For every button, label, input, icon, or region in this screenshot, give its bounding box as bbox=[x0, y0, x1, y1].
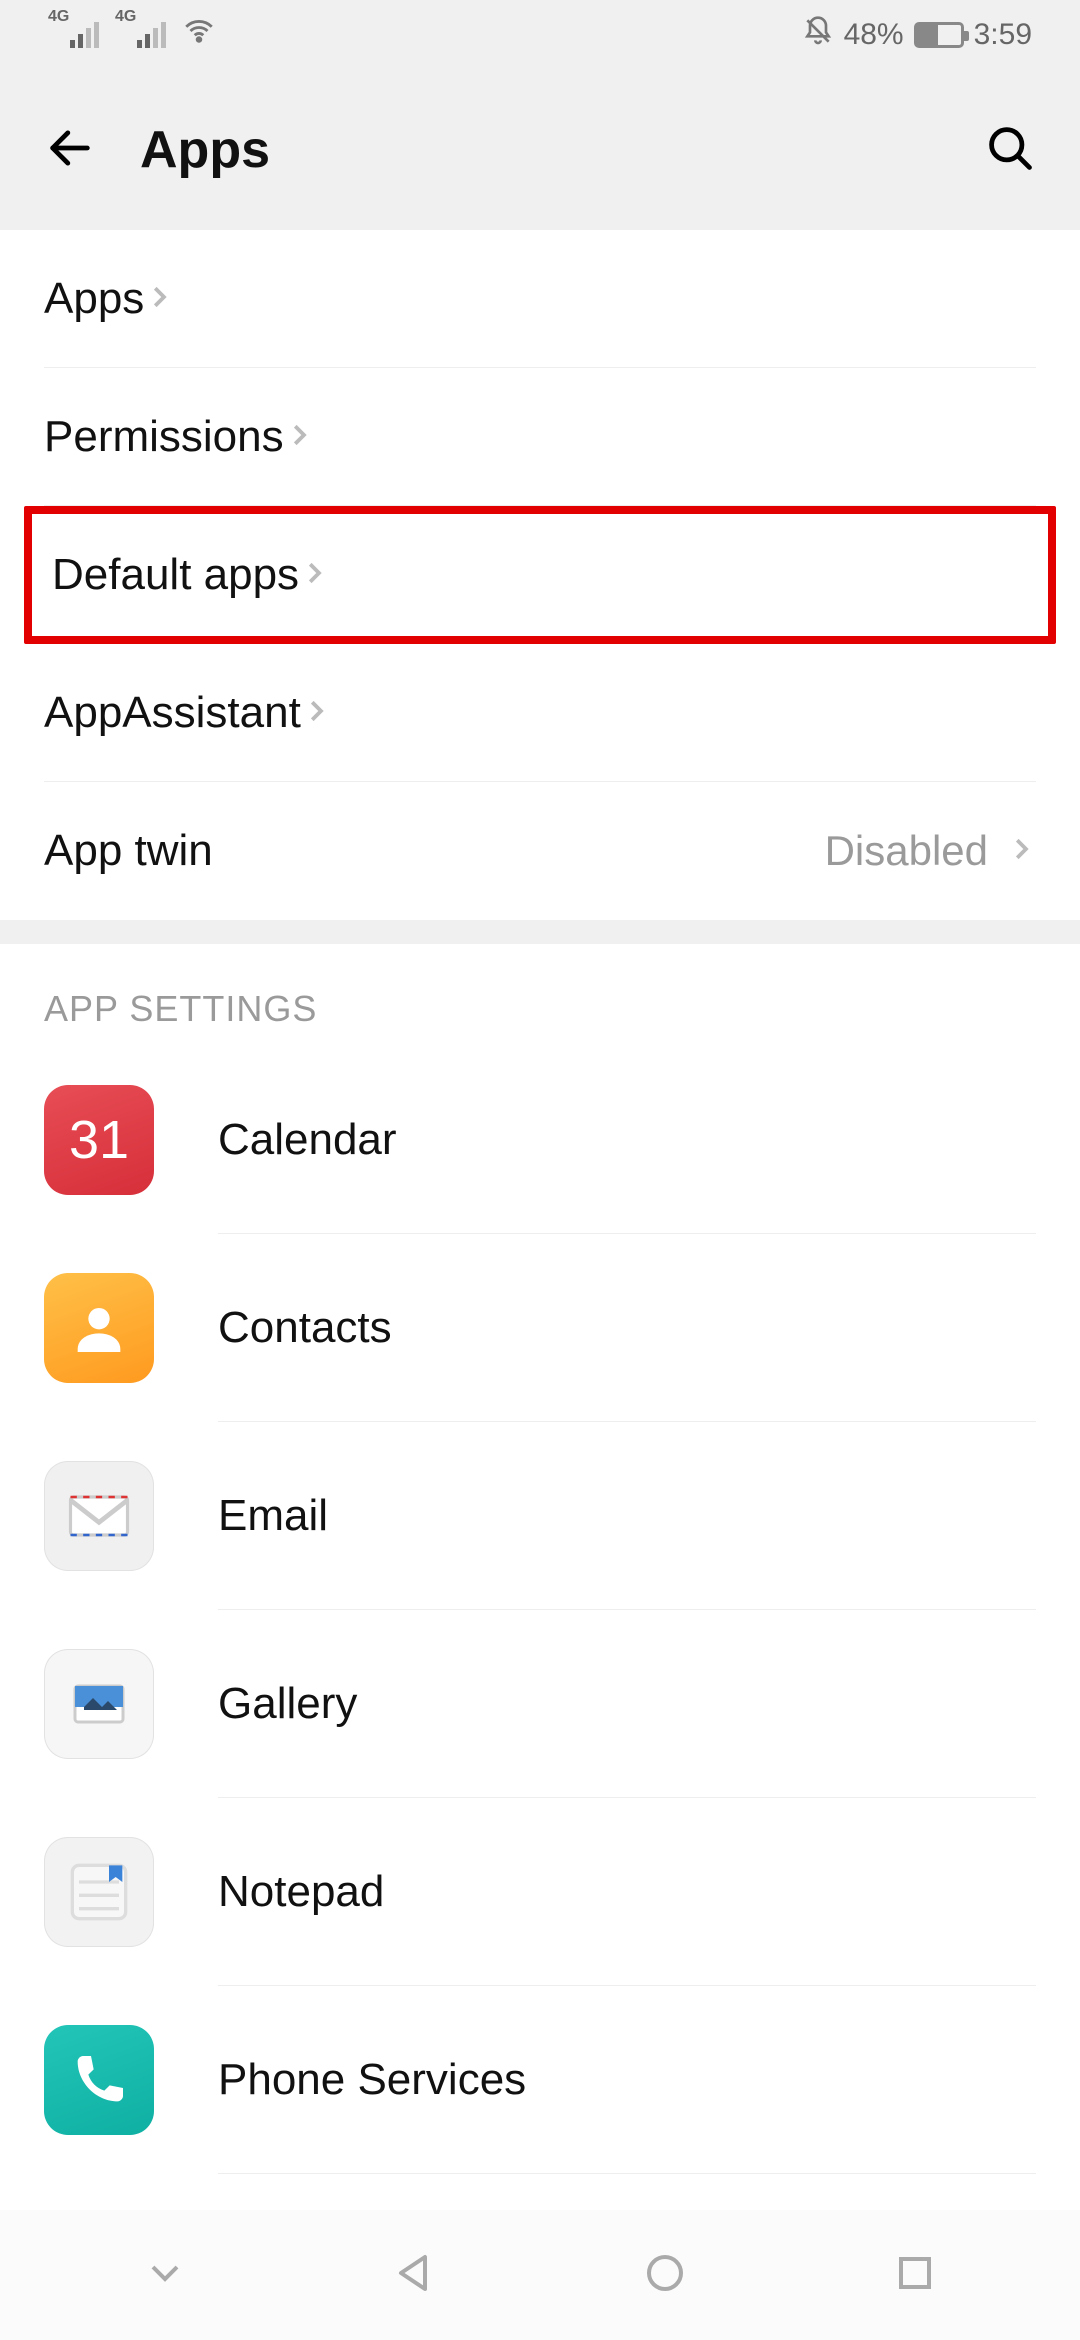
gallery-icon bbox=[44, 1649, 154, 1759]
app-row-email[interactable]: Email bbox=[0, 1422, 1080, 1610]
chevron-right-icon bbox=[284, 420, 314, 455]
section-title: APP SETTINGS bbox=[0, 944, 1080, 1046]
search-button[interactable] bbox=[984, 122, 1036, 179]
chevron-right-icon bbox=[1006, 834, 1036, 869]
clock-text: 3:59 bbox=[974, 18, 1032, 52]
row-appassistant[interactable]: AppAssistant bbox=[0, 644, 1080, 782]
row-label: Permissions bbox=[44, 412, 284, 462]
nav-back-button[interactable] bbox=[391, 2249, 439, 2302]
page-title: Apps bbox=[140, 120, 270, 180]
email-icon bbox=[44, 1461, 154, 1571]
calendar-icon: 31 bbox=[44, 1085, 154, 1195]
status-bar: 4G 4G 48% 3:59 bbox=[0, 0, 1080, 70]
signal-icon-1: 4G bbox=[48, 22, 99, 48]
notifications-off-icon bbox=[802, 15, 834, 55]
system-nav-bar bbox=[0, 2210, 1080, 2340]
app-label: Gallery bbox=[218, 1679, 1036, 1729]
battery-icon bbox=[914, 22, 964, 48]
app-label: Notepad bbox=[218, 1867, 1036, 1917]
app-row-calendar[interactable]: 31 Calendar bbox=[0, 1046, 1080, 1234]
row-permissions[interactable]: Permissions bbox=[0, 368, 1080, 506]
battery-text: 48% bbox=[844, 18, 904, 52]
app-row-gallery[interactable]: Gallery bbox=[0, 1610, 1080, 1798]
app-row-contacts[interactable]: Contacts bbox=[0, 1234, 1080, 1422]
wifi-icon bbox=[182, 14, 216, 56]
row-default-apps[interactable]: Default apps bbox=[24, 506, 1056, 644]
nav-recent-button[interactable] bbox=[891, 2249, 939, 2302]
signal-icon-2: 4G bbox=[115, 22, 166, 48]
row-apps[interactable]: Apps bbox=[0, 230, 1080, 368]
app-label: Contacts bbox=[218, 1303, 1036, 1353]
app-label: Email bbox=[218, 1491, 1036, 1541]
phone-icon bbox=[44, 2025, 154, 2135]
app-label: Phone Services bbox=[218, 2055, 1036, 2105]
settings-list: Apps Permissions Default apps AppAssista… bbox=[0, 230, 1080, 2210]
app-row-notepad[interactable]: Notepad bbox=[0, 1798, 1080, 1986]
row-value: Disabled bbox=[825, 827, 988, 875]
row-app-twin[interactable]: App twin Disabled bbox=[0, 782, 1080, 920]
status-right: 48% 3:59 bbox=[802, 15, 1032, 55]
notepad-icon bbox=[44, 1837, 154, 1947]
section-divider bbox=[0, 920, 1080, 944]
contacts-icon bbox=[44, 1273, 154, 1383]
chevron-right-icon bbox=[144, 282, 174, 317]
nav-home-button[interactable] bbox=[641, 2249, 689, 2302]
row-label: Default apps bbox=[52, 550, 299, 600]
app-header: Apps bbox=[0, 70, 1080, 230]
screen: 4G 4G 48% 3:59 Apps Apps bbox=[0, 0, 1080, 2340]
chevron-right-icon bbox=[301, 696, 331, 731]
row-label: App twin bbox=[44, 826, 213, 876]
back-button[interactable] bbox=[44, 122, 96, 179]
row-label: Apps bbox=[44, 274, 144, 324]
status-left: 4G 4G bbox=[48, 14, 216, 56]
app-label: Calendar bbox=[218, 1115, 1036, 1165]
nav-hide-button[interactable] bbox=[141, 2249, 189, 2302]
chevron-right-icon bbox=[299, 558, 329, 593]
app-row-phone-services[interactable]: Phone Services bbox=[0, 1986, 1080, 2174]
row-label: AppAssistant bbox=[44, 688, 301, 738]
